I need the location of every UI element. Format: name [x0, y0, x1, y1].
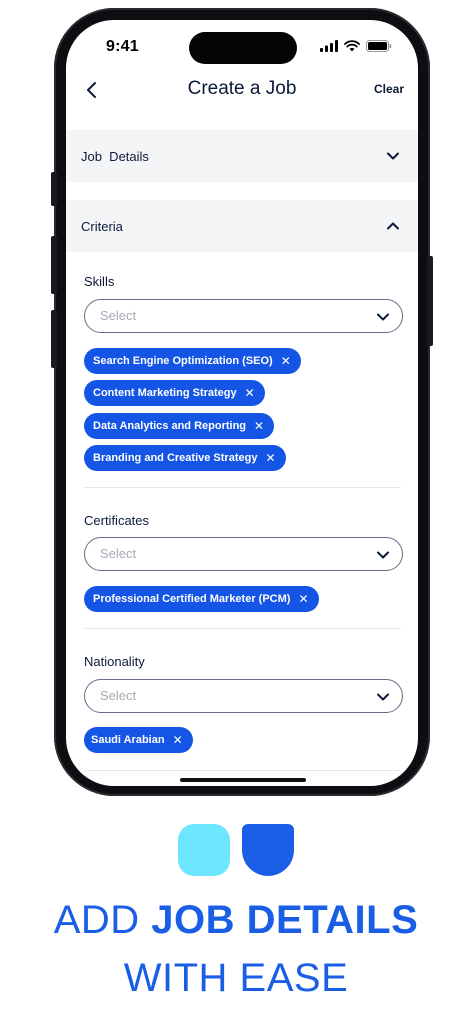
certificates-select-placeholder: Select [100, 546, 137, 561]
skills-select-placeholder: Select [100, 308, 137, 323]
nationality-select[interactable]: Select [84, 679, 403, 713]
section-job-details[interactable]: Job Details [66, 130, 418, 182]
tagline-light: ADD [53, 898, 152, 942]
power-button [427, 256, 433, 346]
wifi-icon [344, 40, 360, 52]
skills-select[interactable]: Select [84, 299, 403, 333]
divider [84, 628, 401, 629]
nationality-label: Nationality [84, 654, 145, 669]
status-icons [320, 40, 392, 52]
status-bar: 9:41 [66, 20, 418, 72]
remove-chip-icon[interactable]: ✕ [254, 413, 264, 439]
chip-label: Branding and Creative Strategy [93, 452, 258, 464]
remove-chip-icon[interactable]: ✕ [281, 348, 291, 374]
certificates-select[interactable]: Select [84, 537, 403, 571]
volume-up-button [51, 236, 57, 294]
skill-chip[interactable]: Search Engine Optimization (SEO) ✕ [84, 348, 301, 374]
chevron-up-icon [387, 222, 399, 230]
chevron-down-icon [377, 551, 389, 559]
section-job-details-label: Job Details [81, 149, 149, 164]
remove-chip-icon[interactable]: ✕ [298, 586, 308, 612]
chevron-down-icon [387, 152, 399, 160]
chip-label: Content Marketing Strategy [93, 387, 237, 399]
promo-logo-cyan-shape [178, 824, 230, 876]
remove-chip-icon[interactable]: ✕ [173, 727, 183, 753]
certificates-label: Certificates [84, 513, 150, 528]
volume-down-button [51, 310, 57, 368]
dynamic-island [189, 32, 297, 64]
divider [84, 770, 401, 771]
tagline-bold: JOB DETAILS [151, 898, 419, 942]
divider [84, 487, 401, 488]
chevron-down-icon [377, 313, 389, 321]
certificate-chip[interactable]: Professional Certified Marketer (PCM) ✕ [84, 586, 319, 612]
home-indicator [180, 778, 306, 782]
skill-chip[interactable]: Data Analytics and Reporting ✕ [84, 413, 275, 439]
page-title: Create a Job [187, 78, 297, 99]
skill-chip[interactable]: Content Marketing Strategy ✕ [84, 380, 265, 406]
remove-chip-icon[interactable]: ✕ [265, 445, 275, 471]
chevron-down-icon [377, 693, 389, 701]
remove-chip-icon[interactable]: ✕ [245, 380, 255, 406]
nationality-chip[interactable]: Saudi Arabian ✕ [84, 727, 193, 753]
nationality-select-placeholder: Select [100, 688, 137, 703]
mute-switch [51, 172, 57, 206]
tagline-line-1: ADD JOB DETAILS [0, 900, 472, 940]
battery-icon [366, 40, 392, 52]
skills-label: Skills [84, 274, 115, 289]
section-criteria[interactable]: Criteria [66, 200, 418, 252]
skill-chip[interactable]: Branding and Creative Strategy ✕ [84, 445, 286, 471]
nav-bar: Create a Job Clear [66, 72, 418, 112]
chip-label: Search Engine Optimization (SEO) [93, 355, 273, 367]
cellular-signal-icon [320, 40, 338, 52]
phone-screen: 9:41 Create a Job Clear Job Details Crit… [66, 20, 418, 786]
clear-button[interactable]: Clear [374, 82, 404, 96]
status-time: 9:41 [106, 38, 139, 55]
chip-label: Professional Certified Marketer (PCM) [93, 593, 291, 605]
chip-label: Saudi Arabian [91, 734, 165, 746]
tagline-line-2: WITH EASE [123, 956, 349, 1000]
chip-label: Data Analytics and Reporting [93, 420, 247, 432]
section-criteria-label: Criteria [81, 219, 123, 234]
promo-logo-blue-shape [242, 824, 294, 876]
